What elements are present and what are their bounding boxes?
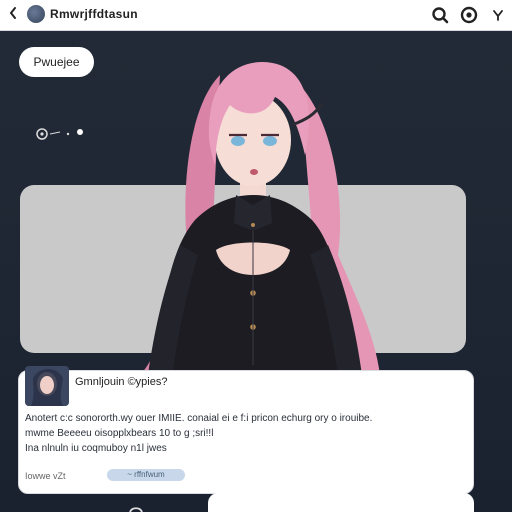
- chevron-left-icon: [9, 7, 16, 19]
- search-icon: [432, 7, 449, 24]
- comment-card[interactable]: Gmnljouin ©ypies? Anotert c:c sonororth.…: [18, 366, 474, 494]
- composer-panel[interactable]: [208, 493, 474, 512]
- comment-author[interactable]: Gmnljouin ©ypies?: [75, 376, 167, 388]
- page-title: Rmwrjffdtasun: [50, 7, 138, 21]
- search-button[interactable]: [429, 4, 451, 26]
- refresh-icon: [460, 6, 478, 24]
- comment-meta: Iowwe vZt: [25, 471, 66, 481]
- top-bar: Rmwrjffdtasun: [0, 0, 512, 31]
- status-indicator: [36, 127, 86, 146]
- dot-icon: [77, 129, 83, 135]
- comment-tag[interactable]: ~ rffnfwum: [107, 469, 185, 481]
- handle-icon: [129, 507, 143, 512]
- refresh-button[interactable]: [458, 4, 480, 26]
- filter-icon: [493, 10, 503, 21]
- filter-button[interactable]: [487, 4, 509, 26]
- tag-chip-label: Pwuejee: [33, 55, 80, 69]
- comment-line: Anotert c:c sonororth.wy ouer IMIIE. con…: [25, 413, 373, 424]
- media-stage: Pwuejee Gmnljouin ©ypies? Anotert c:c so…: [0, 31, 512, 512]
- comment-line: mwme Beeeeu oisopplxbears 10 to g ;sri!!…: [25, 428, 214, 439]
- comment-avatar[interactable]: [25, 366, 69, 406]
- tag-chip[interactable]: Pwuejee: [19, 47, 94, 77]
- comment-line: Ina nlnuln iu coqmuboy n1l jwes: [25, 443, 167, 454]
- back-button[interactable]: [8, 6, 18, 25]
- comment-text: Anotert c:c sonororth.wy ouer IMIIE. con…: [25, 411, 465, 456]
- avatar[interactable]: [27, 5, 45, 23]
